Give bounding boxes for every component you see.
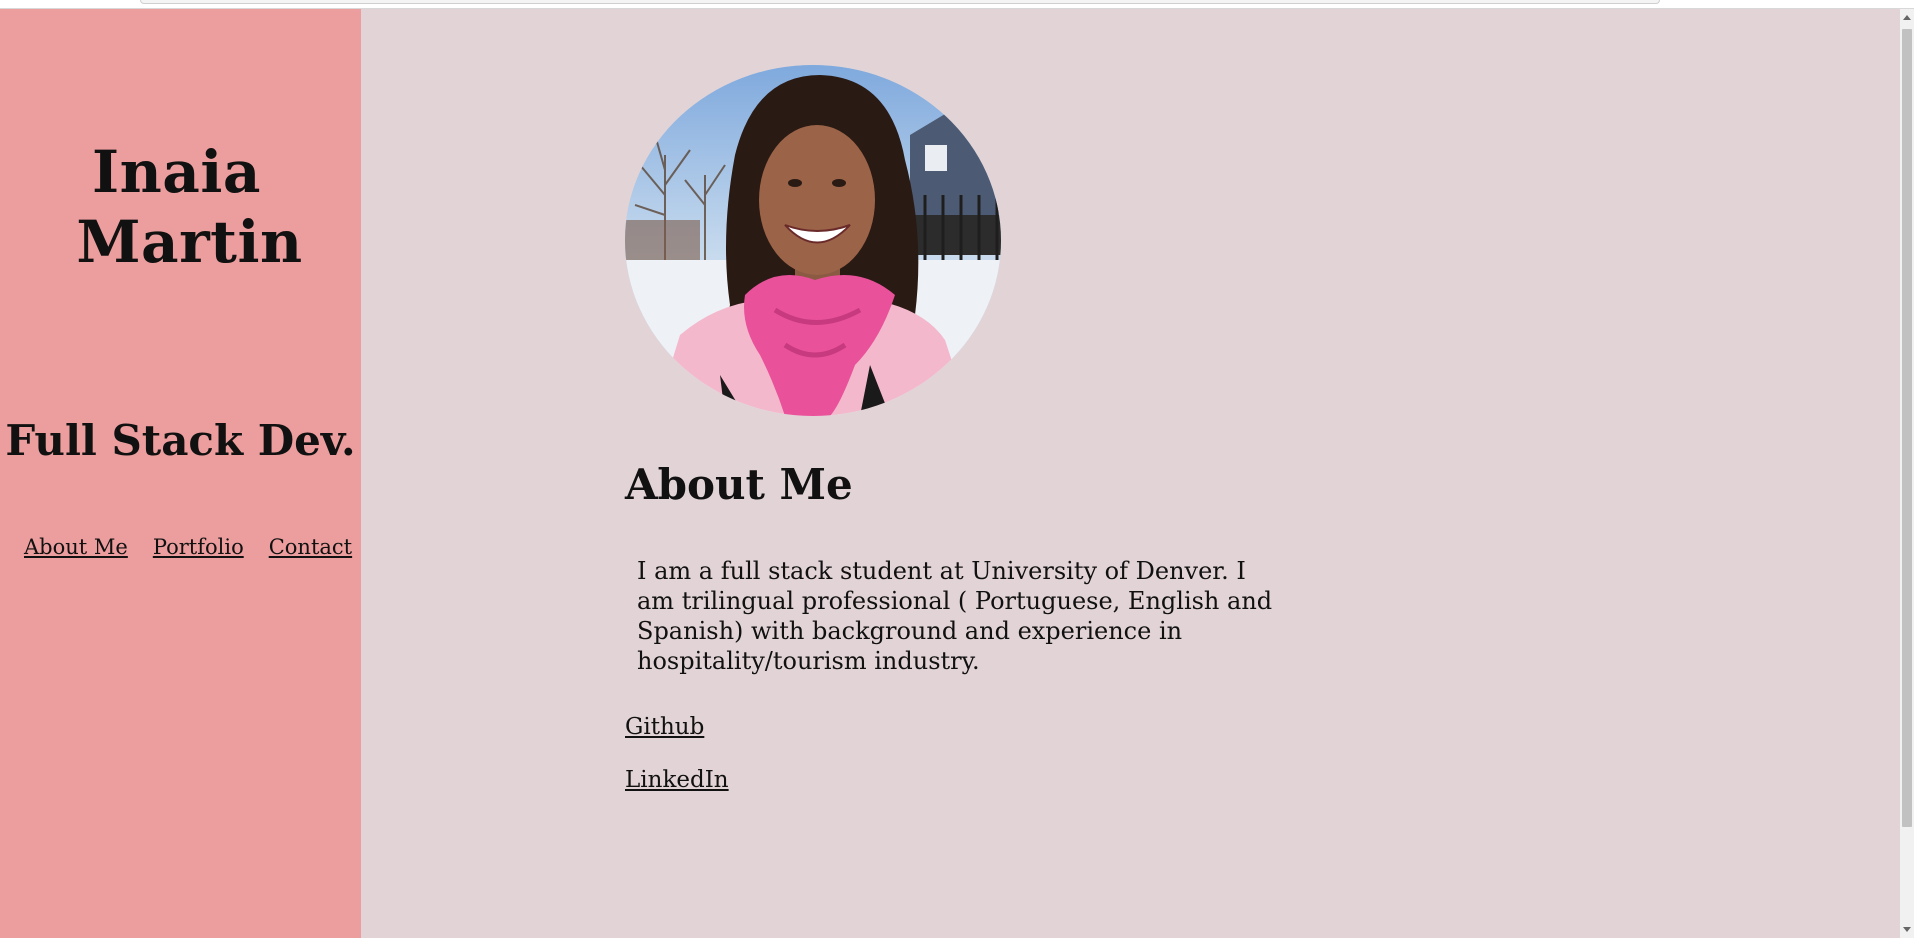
- profile-photo-illustration: [625, 65, 1001, 416]
- scrollbar-thumb[interactable]: [1902, 29, 1912, 827]
- about-me-heading: About Me: [625, 460, 853, 509]
- page-viewport: Inaia Martin Full Stack Dev. About Me Po…: [0, 9, 1900, 938]
- name-first: Inaia: [92, 138, 261, 206]
- linkedin-link[interactable]: LinkedIn: [625, 765, 729, 795]
- name-last: Martin: [76, 208, 303, 276]
- bio-paragraph: I am a full stack student at University …: [637, 557, 1273, 675]
- main-content: About Me I am a full stack student at Un…: [361, 9, 1900, 938]
- sidebar: Inaia Martin Full Stack Dev. About Me Po…: [0, 9, 361, 938]
- vertical-scrollbar[interactable]: [1900, 9, 1914, 938]
- site-owner-name: Inaia Martin: [0, 137, 361, 277]
- scroll-down-icon[interactable]: [1903, 927, 1911, 932]
- nav-link-portfolio[interactable]: Portfolio: [153, 533, 244, 561]
- scroll-up-icon[interactable]: [1903, 15, 1911, 20]
- role-title: Full Stack Dev.: [5, 416, 356, 465]
- nav-link-contact[interactable]: Contact: [269, 533, 352, 561]
- browser-tab-edge: [140, 0, 1660, 4]
- nav-link-about-me[interactable]: About Me: [24, 533, 128, 561]
- github-link[interactable]: Github: [625, 712, 704, 742]
- browser-top-strip: [0, 0, 1914, 9]
- main-nav: About Me Portfolio Contact: [24, 533, 352, 561]
- profile-photo: [625, 65, 1001, 416]
